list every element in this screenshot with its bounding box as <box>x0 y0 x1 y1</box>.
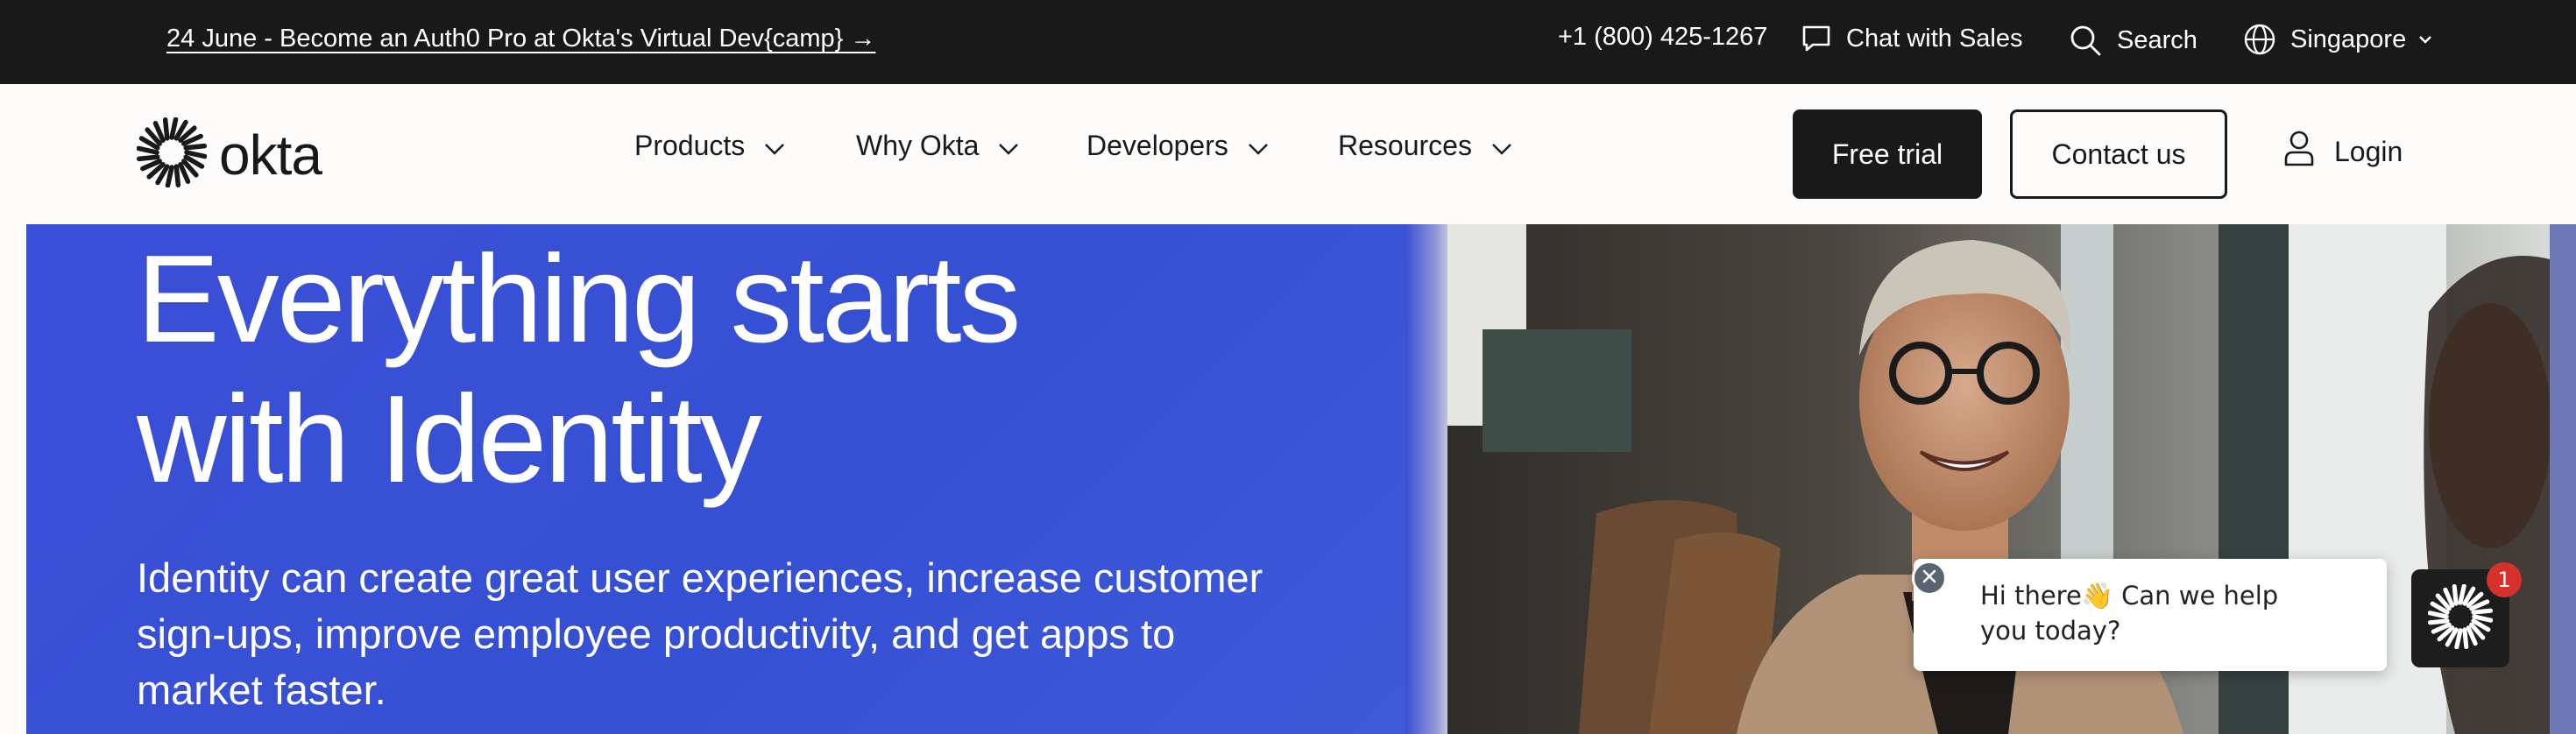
logo-wordmark: okta <box>219 123 322 187</box>
announcement-bar: 24 June - Become an Auth0 Pro at Okta's … <box>0 0 2576 84</box>
chevron-down-icon <box>998 130 1019 162</box>
phone-number: +1 (800) 425-1267 <box>1558 23 1768 51</box>
user-icon <box>2283 130 2315 173</box>
close-icon <box>1920 567 1939 590</box>
chat-with-sales-label: Chat with Sales <box>1846 24 2023 53</box>
chevron-down-icon <box>1248 130 1269 162</box>
hero-title-line-2: with Identity <box>137 370 762 509</box>
search-label: Search <box>2117 25 2197 54</box>
phone-link[interactable]: +1 (800) 425-1267 <box>1558 23 1767 52</box>
chat-icon <box>1801 23 1832 54</box>
nav-item-why-okta[interactable]: Why Okta <box>856 130 1019 162</box>
chat-with-sales-link[interactable]: Chat with Sales <box>1801 23 2023 54</box>
globe-icon <box>2243 23 2276 56</box>
okta-logo[interactable]: okta <box>136 116 322 192</box>
hero-title-line-1: Everything starts <box>137 229 1022 369</box>
nav-item-label: Resources <box>1338 130 1472 161</box>
nav-item-products[interactable]: Products <box>634 130 785 162</box>
page: 24 June - Become an Auth0 Pro at Okta's … <box>0 0 2576 734</box>
main-nav: okta Products Why Okta Developers Resour… <box>0 84 2576 224</box>
region-label: Singapore <box>2290 25 2407 53</box>
chevron-down-icon <box>2418 34 2432 45</box>
contact-us-button[interactable]: Contact us <box>2010 109 2227 199</box>
free-trial-button[interactable]: Free trial <box>1793 109 1982 199</box>
photo-edge-gradient <box>1405 224 1447 734</box>
okta-sunburst-icon <box>136 116 208 192</box>
login-link[interactable]: Login <box>2283 130 2403 173</box>
login-label: Login <box>2334 135 2403 167</box>
hero-title: Everything starts with Identity <box>137 229 1363 510</box>
hero-subtitle: Identity can create great user experienc… <box>137 554 1263 713</box>
region-selector[interactable]: Singapore <box>2243 23 2432 56</box>
search-button[interactable]: Search <box>2068 23 2197 58</box>
chat-greeting-text: Hi there👋 Can we help you today? <box>1980 581 2279 646</box>
okta-sunburst-icon <box>2427 583 2494 653</box>
nav-item-resources[interactable]: Resources <box>1338 130 1512 162</box>
promo-link[interactable]: 24 June - Become an Auth0 Pro at Okta's … <box>166 25 875 53</box>
chevron-down-icon <box>764 130 785 162</box>
chat-greeting-bubble[interactable]: Hi there👋 Can we help you today? <box>1914 559 2387 671</box>
nav-item-label: Products <box>634 130 746 161</box>
nav-item-developers[interactable]: Developers <box>1086 130 1269 162</box>
search-icon <box>2068 23 2103 58</box>
chat-close-button[interactable] <box>1912 561 1947 596</box>
chevron-down-icon <box>1491 130 1512 162</box>
right-edge-strip <box>2550 224 2576 734</box>
nav-item-label: Why Okta <box>856 130 980 161</box>
nav-item-label: Developers <box>1086 130 1228 161</box>
notification-badge: 1 <box>2487 562 2522 597</box>
